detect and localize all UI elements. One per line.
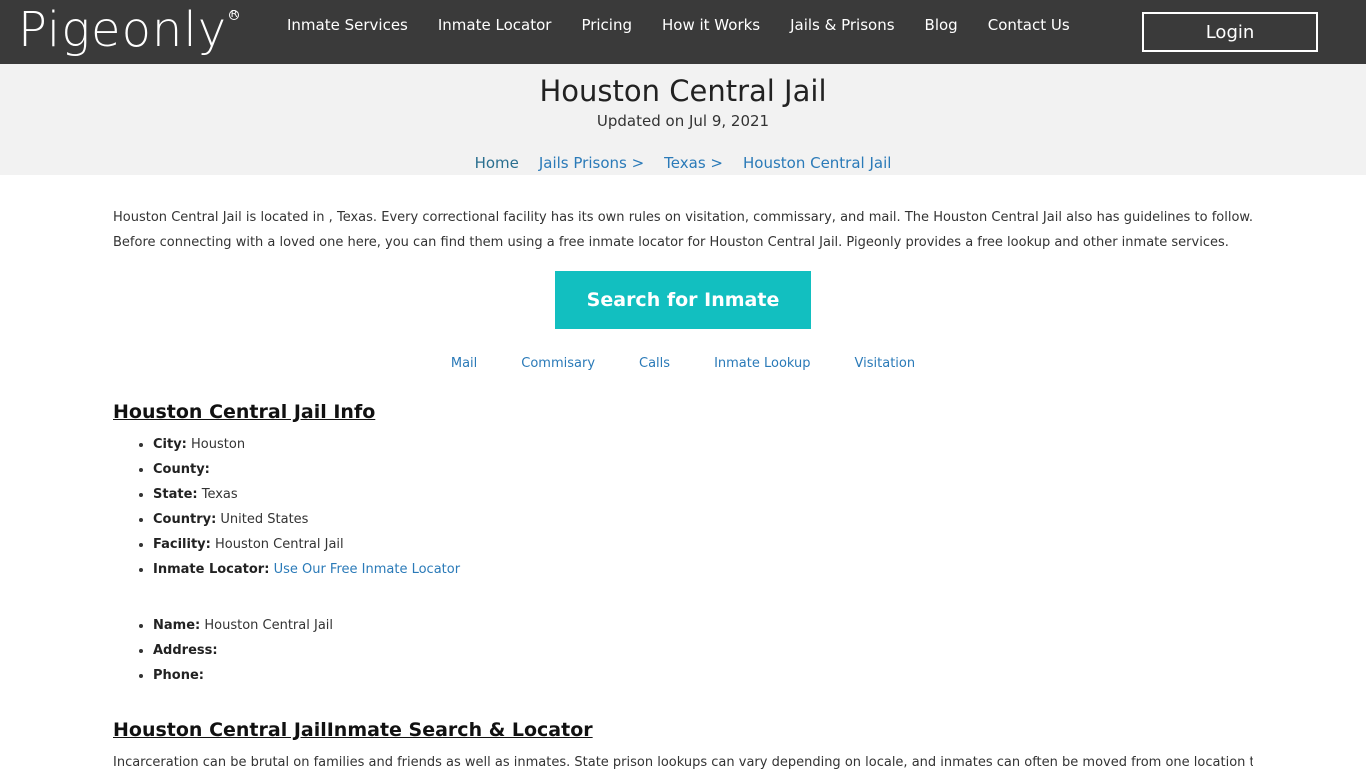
info-value: United States	[220, 512, 309, 527]
breadcrumb-current[interactable]: Houston Central Jail	[743, 154, 891, 172]
nav-contact-us[interactable]: Contact Us	[988, 16, 1070, 34]
service-subnav: Mail Commisary Calls Inmate Lookup Visit…	[113, 356, 1253, 371]
subnav-inmate-lookup[interactable]: Inmate Lookup	[714, 356, 810, 371]
info-key: County:	[153, 462, 210, 477]
nav-blog[interactable]: Blog	[925, 16, 958, 34]
breadcrumb-home[interactable]: Home	[475, 154, 519, 172]
breadcrumb: Home Jails Prisons > Texas > Houston Cen…	[0, 154, 1366, 172]
info-section-title: Houston Central Jail Info	[113, 401, 376, 423]
nav-jails-prisons[interactable]: Jails & Prisons	[790, 16, 894, 34]
info-value: Houston	[191, 437, 246, 452]
info-value: Houston Central Jail	[215, 537, 344, 552]
info-item-name: Name: Houston Central Jail	[153, 616, 333, 641]
page-header: Houston Central Jail Updated on Jul 9, 2…	[0, 64, 1366, 175]
info-value: Houston Central Jail	[204, 618, 334, 633]
nav-pricing[interactable]: Pricing	[581, 16, 632, 34]
info-key: Phone:	[153, 668, 204, 683]
info-item-inmate-locator: Inmate Locator: Use Our Free Inmate Loca…	[153, 560, 460, 585]
breadcrumb-texas[interactable]: Texas >	[664, 154, 723, 172]
intro-paragraph: Houston Central Jail is located in , Tex…	[113, 210, 1253, 250]
updated-date: Updated on Jul 9, 2021	[596, 112, 770, 130]
info-key: Inmate Locator:	[153, 562, 270, 577]
info-value: Texas	[201, 487, 238, 502]
info-item-county: County:	[153, 460, 460, 485]
nav-inmate-locator[interactable]: Inmate Locator	[438, 16, 552, 34]
info-list-location: City: Houston County: State: Texas Count…	[153, 435, 460, 585]
search-section-title: Houston Central JailInmate Search & Loca…	[113, 719, 593, 741]
subnav-calls[interactable]: Calls	[639, 356, 670, 371]
subnav-commisary[interactable]: Commisary	[521, 356, 595, 371]
breadcrumb-jails-prisons[interactable]: Jails Prisons >	[539, 154, 644, 172]
nav-how-it-works[interactable]: How it Works	[662, 16, 760, 34]
login-button[interactable]: Login	[1142, 12, 1318, 52]
info-key: City:	[153, 437, 187, 452]
subnav-mail[interactable]: Mail	[451, 356, 477, 371]
info-key: Address:	[153, 643, 218, 658]
page-title: Houston Central Jail	[539, 74, 827, 108]
nav-inmate-services[interactable]: Inmate Services	[287, 16, 408, 34]
registered-icon: R	[229, 9, 240, 20]
subnav-visitation[interactable]: Visitation	[855, 356, 916, 371]
pigeonly-logo[interactable]: Pigeonly R	[18, 0, 240, 64]
free-inmate-locator-link[interactable]: Use Our Free Inmate Locator	[274, 562, 461, 577]
info-item-city: City: Houston	[153, 435, 460, 460]
top-navbar: Pigeonly R Inmate Services Inmate Locato…	[0, 0, 1366, 64]
info-list-contact: Name: Houston Central Jail Address: Phon…	[153, 616, 333, 691]
info-item-state: State: Texas	[153, 485, 460, 510]
search-section-paragraph: Incarceration can be brutal on families …	[113, 755, 1253, 770]
main-nav: Inmate Services Inmate Locator Pricing H…	[287, 0, 1100, 50]
info-key: Facility:	[153, 537, 211, 552]
info-key: Country:	[153, 512, 217, 527]
info-key: State:	[153, 487, 198, 502]
info-item-country: Country: United States	[153, 510, 460, 535]
info-item-address: Address:	[153, 641, 333, 666]
search-for-inmate-button[interactable]: Search for Inmate	[555, 271, 811, 329]
info-item-facility: Facility: Houston Central Jail	[153, 535, 460, 560]
info-item-phone: Phone:	[153, 666, 333, 691]
logo-text: Pigeonly	[18, 2, 228, 58]
info-key: Name:	[153, 618, 201, 633]
